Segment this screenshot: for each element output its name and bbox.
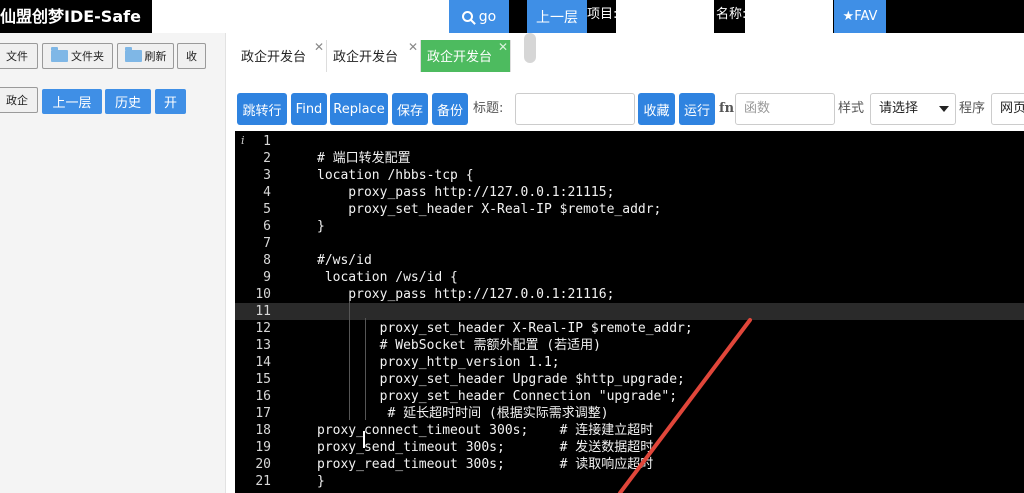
program-select[interactable]: 网页 — [991, 93, 1024, 125]
backup-button[interactable]: 备份 — [432, 93, 468, 125]
style-select[interactable]: 请选择 — [870, 93, 956, 125]
tab-label: 政企开发台 — [427, 50, 493, 65]
project-input[interactable] — [616, 0, 714, 33]
style-label: 样式 — [838, 101, 865, 116]
tab-scroll-handle[interactable] — [524, 33, 536, 63]
folder-icon — [124, 47, 142, 62]
path-input[interactable] — [152, 0, 449, 33]
top-bar: 仙盟创梦IDE-Safe go 上一层 项目: 名称: ★FAV — [0, 0, 1024, 33]
app-title: 仙盟创梦IDE-Safe — [0, 7, 141, 26]
name-input[interactable] — [745, 0, 833, 33]
go-button[interactable]: go — [449, 0, 509, 33]
folder-icon — [51, 47, 68, 62]
chevron-down-icon — [939, 106, 949, 112]
open-button[interactable]: 开 — [155, 89, 186, 114]
search-icon — [461, 11, 473, 22]
folder-button[interactable]: 文件夹 — [42, 43, 113, 69]
program-label: 程序 — [959, 101, 986, 116]
file-button[interactable]: 文件 — [0, 43, 38, 69]
editor-toolbar: 跳转行 Find Replace 保存 备份 标题: 收藏 运行 fn 函数 样… — [235, 93, 1024, 127]
annotation-arrow — [618, 318, 752, 493]
style-select-value: 请选择 — [879, 101, 919, 116]
save-button[interactable]: 保存 — [392, 93, 428, 125]
collect-toolbar-button[interactable]: 收藏 — [638, 93, 675, 125]
run-button[interactable]: 运行 — [679, 93, 715, 125]
collect-button[interactable]: 收 — [177, 43, 206, 69]
collect-button-label: 收 — [186, 50, 197, 63]
history-button[interactable]: 历史 — [105, 89, 151, 114]
tab-label: 政企开发台 — [333, 50, 399, 65]
sidebar-up-button[interactable]: 上一层 — [42, 89, 102, 114]
go-label: go — [478, 8, 497, 25]
program-select-value: 网页 — [1000, 101, 1024, 116]
fav-button[interactable]: ★FAV — [834, 0, 886, 33]
close-icon[interactable]: ✕ — [498, 40, 508, 54]
top-up-button[interactable]: 上一层 — [527, 0, 587, 33]
close-icon[interactable]: ✕ — [314, 40, 324, 54]
gov-button-label: 政企 — [6, 94, 28, 107]
code-editor[interactable]: 21} 20 proxy_read_timeout 300s; # 读取响应超时 19… — [235, 131, 1024, 493]
refresh-button[interactable]: 刷新 — [117, 43, 174, 69]
fn-label: fn — [719, 101, 735, 116]
project-label: 项目: — [587, 7, 618, 22]
folder-button-label: 文件夹 — [71, 50, 104, 63]
close-icon[interactable]: ✕ — [408, 40, 418, 54]
sidebar: 文件 文件夹 刷新 收 政企 上一层 历史 开 — [0, 33, 226, 493]
name-label: 名称: — [716, 7, 747, 22]
title-input[interactable] — [515, 93, 635, 125]
find-button[interactable]: Find — [291, 93, 327, 125]
tab-label: 政企开发台 — [241, 50, 307, 65]
tab-2[interactable]: 政企开发台 ✕ — [327, 40, 421, 72]
function-input[interactable]: 函数 — [735, 93, 835, 125]
tab-1[interactable]: 政企开发台 ✕ — [235, 40, 327, 72]
title-label: 标题: — [473, 101, 504, 116]
jump-line-button[interactable]: 跳转行 — [237, 93, 287, 125]
tab-3[interactable]: 政企开发台 ✕ — [421, 40, 511, 72]
gov-button[interactable]: 政企 — [0, 87, 38, 113]
refresh-button-label: 刷新 — [144, 50, 167, 63]
replace-button[interactable]: Replace — [330, 93, 388, 125]
file-button-label: 文件 — [6, 50, 28, 63]
